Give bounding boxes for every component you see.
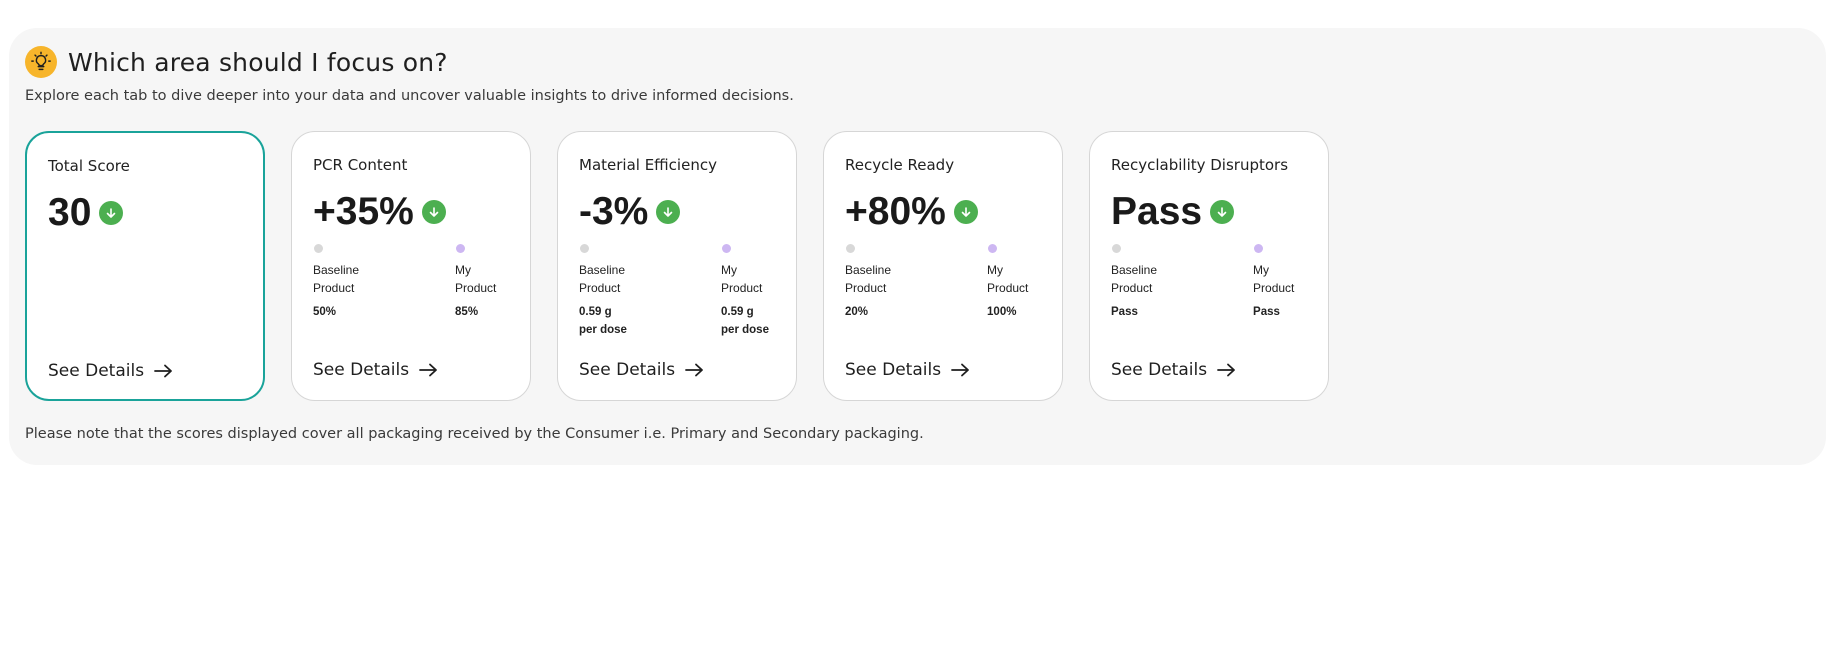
card-value-row: +80% [845, 190, 978, 234]
see-details-label: See Details [1111, 360, 1208, 380]
my-product-label: My Product [987, 263, 1029, 295]
page-subtitle: Explore each tab to dive deeper into you… [25, 88, 794, 104]
baseline-column: Baseline Product 50% [313, 244, 455, 321]
card-recyclability-disruptors[interactable]: Recyclability Disruptors Pass Baseline P… [1089, 131, 1329, 401]
card-pcr-content[interactable]: PCR Content +35% Baseline Product 50% My… [291, 131, 531, 401]
my-product-value: 0.59 g per dose [721, 306, 769, 336]
see-details-link[interactable]: See Details [1111, 360, 1237, 380]
card-value-row: +35% [313, 190, 446, 234]
see-details-link[interactable]: See Details [845, 360, 971, 380]
card-value-row: 30 [48, 191, 124, 235]
baseline-value: 50% [313, 306, 337, 318]
see-details-label: See Details [48, 361, 145, 381]
card-value-row: -3% [579, 190, 681, 234]
baseline-value: 20% [845, 306, 869, 318]
card-value: Pass [1111, 190, 1203, 233]
baseline-dot [580, 244, 589, 253]
my-product-label: My Product [455, 263, 497, 295]
card-value: +35% [313, 190, 414, 233]
arrow-down-icon [1210, 200, 1235, 224]
my-product-value: Pass [1253, 306, 1280, 318]
my-product-column: My Product 85% [455, 244, 513, 321]
panel-header: Which area should I focus on? [25, 46, 448, 78]
my-product-dot [988, 244, 998, 253]
see-details-link[interactable]: See Details [579, 360, 705, 380]
arrow-right-icon [685, 363, 703, 377]
focus-area-panel: Which area should I focus on? Explore ea… [9, 28, 1826, 465]
my-product-label: My Product [1253, 263, 1295, 295]
card-value: -3% [579, 190, 649, 233]
my-product-dot [722, 244, 732, 253]
my-product-column: My Product 0.59 g per dose [721, 244, 779, 339]
comparison: Baseline Product 20% My Product 100% [845, 244, 1045, 321]
see-details-label: See Details [313, 360, 410, 380]
see-details-link[interactable]: See Details [313, 360, 439, 380]
baseline-dot [846, 244, 855, 253]
my-product-dot [1254, 244, 1264, 253]
card-value: 30 [48, 191, 92, 234]
comparison: Baseline Product 50% My Product 85% [313, 244, 513, 321]
comparison: Baseline Product 0.59 g per dose My Prod… [579, 244, 779, 339]
metric-cards: Total Score 30 See Details PCR Content +… [25, 131, 1355, 401]
packaging-note: Please note that the scores displayed co… [25, 426, 924, 442]
baseline-value: Pass [1111, 306, 1138, 318]
comparison: Baseline Product Pass My Product Pass [1111, 244, 1311, 321]
baseline-column: Baseline Product 0.59 g per dose [579, 244, 721, 339]
arrow-down-icon [953, 200, 978, 224]
lightbulb-icon [25, 46, 57, 78]
arrow-down-icon [421, 200, 446, 224]
card-total-score[interactable]: Total Score 30 See Details [25, 131, 265, 401]
baseline-label: Baseline Product [845, 263, 892, 295]
baseline-value: 0.59 g per dose [579, 306, 627, 336]
see-details-label: See Details [579, 360, 676, 380]
my-product-column: My Product 100% [987, 244, 1045, 321]
card-recycle-ready[interactable]: Recycle Ready +80% Baseline Product 20% … [823, 131, 1063, 401]
my-product-dot [456, 244, 466, 253]
card-value-row: Pass [1111, 190, 1235, 234]
baseline-label: Baseline Product [1111, 263, 1158, 295]
my-product-label: My Product [721, 263, 763, 295]
baseline-column: Baseline Product Pass [1111, 244, 1253, 321]
arrow-down-icon [99, 201, 124, 225]
baseline-column: Baseline Product 20% [845, 244, 987, 321]
my-product-column: My Product Pass [1253, 244, 1311, 321]
card-title: Recycle Ready [845, 156, 955, 174]
baseline-label: Baseline Product [313, 263, 360, 295]
card-title: Total Score [48, 157, 130, 175]
card-material-efficiency[interactable]: Material Efficiency -3% Baseline Product… [557, 131, 797, 401]
my-product-value: 85% [455, 306, 479, 318]
see-details-label: See Details [845, 360, 942, 380]
arrow-right-icon [1217, 363, 1235, 377]
page-title: Which area should I focus on? [68, 47, 448, 77]
my-product-value: 100% [987, 306, 1017, 318]
card-title: PCR Content [313, 156, 408, 174]
card-title: Recyclability Disruptors [1111, 156, 1289, 174]
see-details-link[interactable]: See Details [48, 361, 174, 381]
card-title: Material Efficiency [579, 156, 717, 174]
arrow-down-icon [656, 200, 681, 224]
baseline-dot [314, 244, 323, 253]
arrow-right-icon [419, 363, 437, 377]
arrow-right-icon [154, 364, 172, 378]
card-value: +80% [845, 190, 946, 233]
baseline-dot [1112, 244, 1121, 253]
arrow-right-icon [951, 363, 969, 377]
baseline-label: Baseline Product [579, 263, 626, 295]
